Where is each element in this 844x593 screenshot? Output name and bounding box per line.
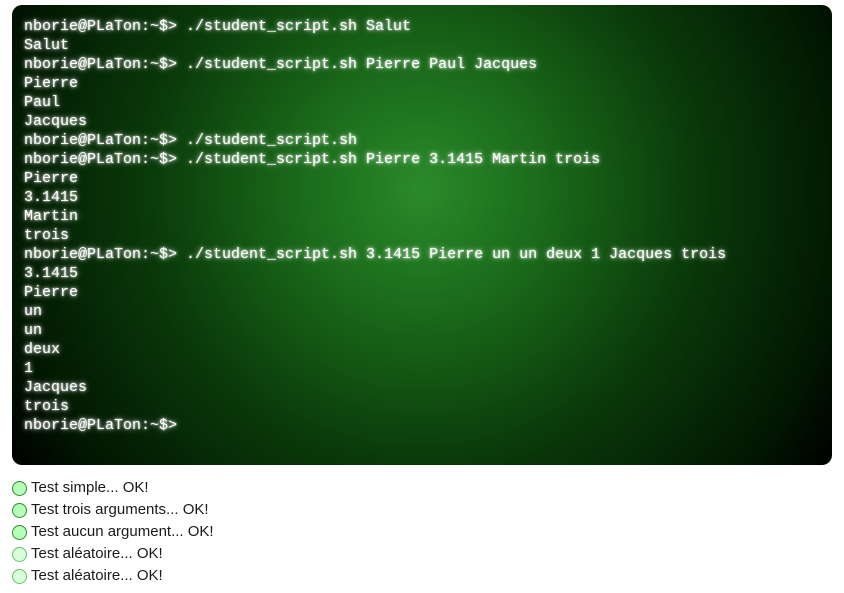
status-ok-icon [12,503,27,518]
terminal-line: Salut [24,36,820,55]
test-result-line: Test aléatoire... OK! [12,565,832,587]
test-result-label: Test aléatoire... OK! [31,565,163,587]
test-result-line: Test aucun argument... OK! [12,521,832,543]
status-ok-icon [12,525,27,540]
terminal-line: nborie@PLaTon:~$> ./student_script.sh Pi… [24,55,820,74]
status-ok-icon [12,569,27,584]
terminal-line: Paul [24,93,820,112]
terminal-line: 1 [24,359,820,378]
terminal-line: Pierre [24,169,820,188]
terminal-line: Martin [24,207,820,226]
terminal-line: nborie@PLaTon:~$> ./student_script.sh Pi… [24,150,820,169]
test-result-line: Test simple... OK! [12,477,832,499]
status-ok-icon [12,547,27,562]
test-result-label: Test trois arguments... OK! [31,499,209,521]
terminal-line: trois [24,397,820,416]
test-results: Test simple... OK! Test trois arguments.… [12,477,832,587]
terminal-line: nborie@PLaTon:~$> ./student_script.sh Sa… [24,17,820,36]
terminal-line: un [24,302,820,321]
test-result-label: Test aucun argument... OK! [31,521,214,543]
terminal-line: trois [24,226,820,245]
terminal-line: nborie@PLaTon:~$> ./student_script.sh 3.… [24,245,820,264]
terminal-line: Jacques [24,112,820,131]
terminal-line: deux [24,340,820,359]
terminal-line: Pierre [24,74,820,93]
terminal-line: 3.1415 [24,264,820,283]
test-result-label: Test aléatoire... OK! [31,543,163,565]
test-result-line: Test trois arguments... OK! [12,499,832,521]
terminal-line: nborie@PLaTon:~$> [24,416,820,435]
test-result-line: Test aléatoire... OK! [12,543,832,565]
terminal-line: Pierre [24,283,820,302]
terminal-line: Jacques [24,378,820,397]
status-ok-icon [12,481,27,496]
terminal-line: nborie@PLaTon:~$> ./student_script.sh [24,131,820,150]
terminal-output: nborie@PLaTon:~$> ./student_script.sh Sa… [12,5,832,465]
terminal-line: 3.1415 [24,188,820,207]
terminal-line: un [24,321,820,340]
test-result-label: Test simple... OK! [31,477,149,499]
